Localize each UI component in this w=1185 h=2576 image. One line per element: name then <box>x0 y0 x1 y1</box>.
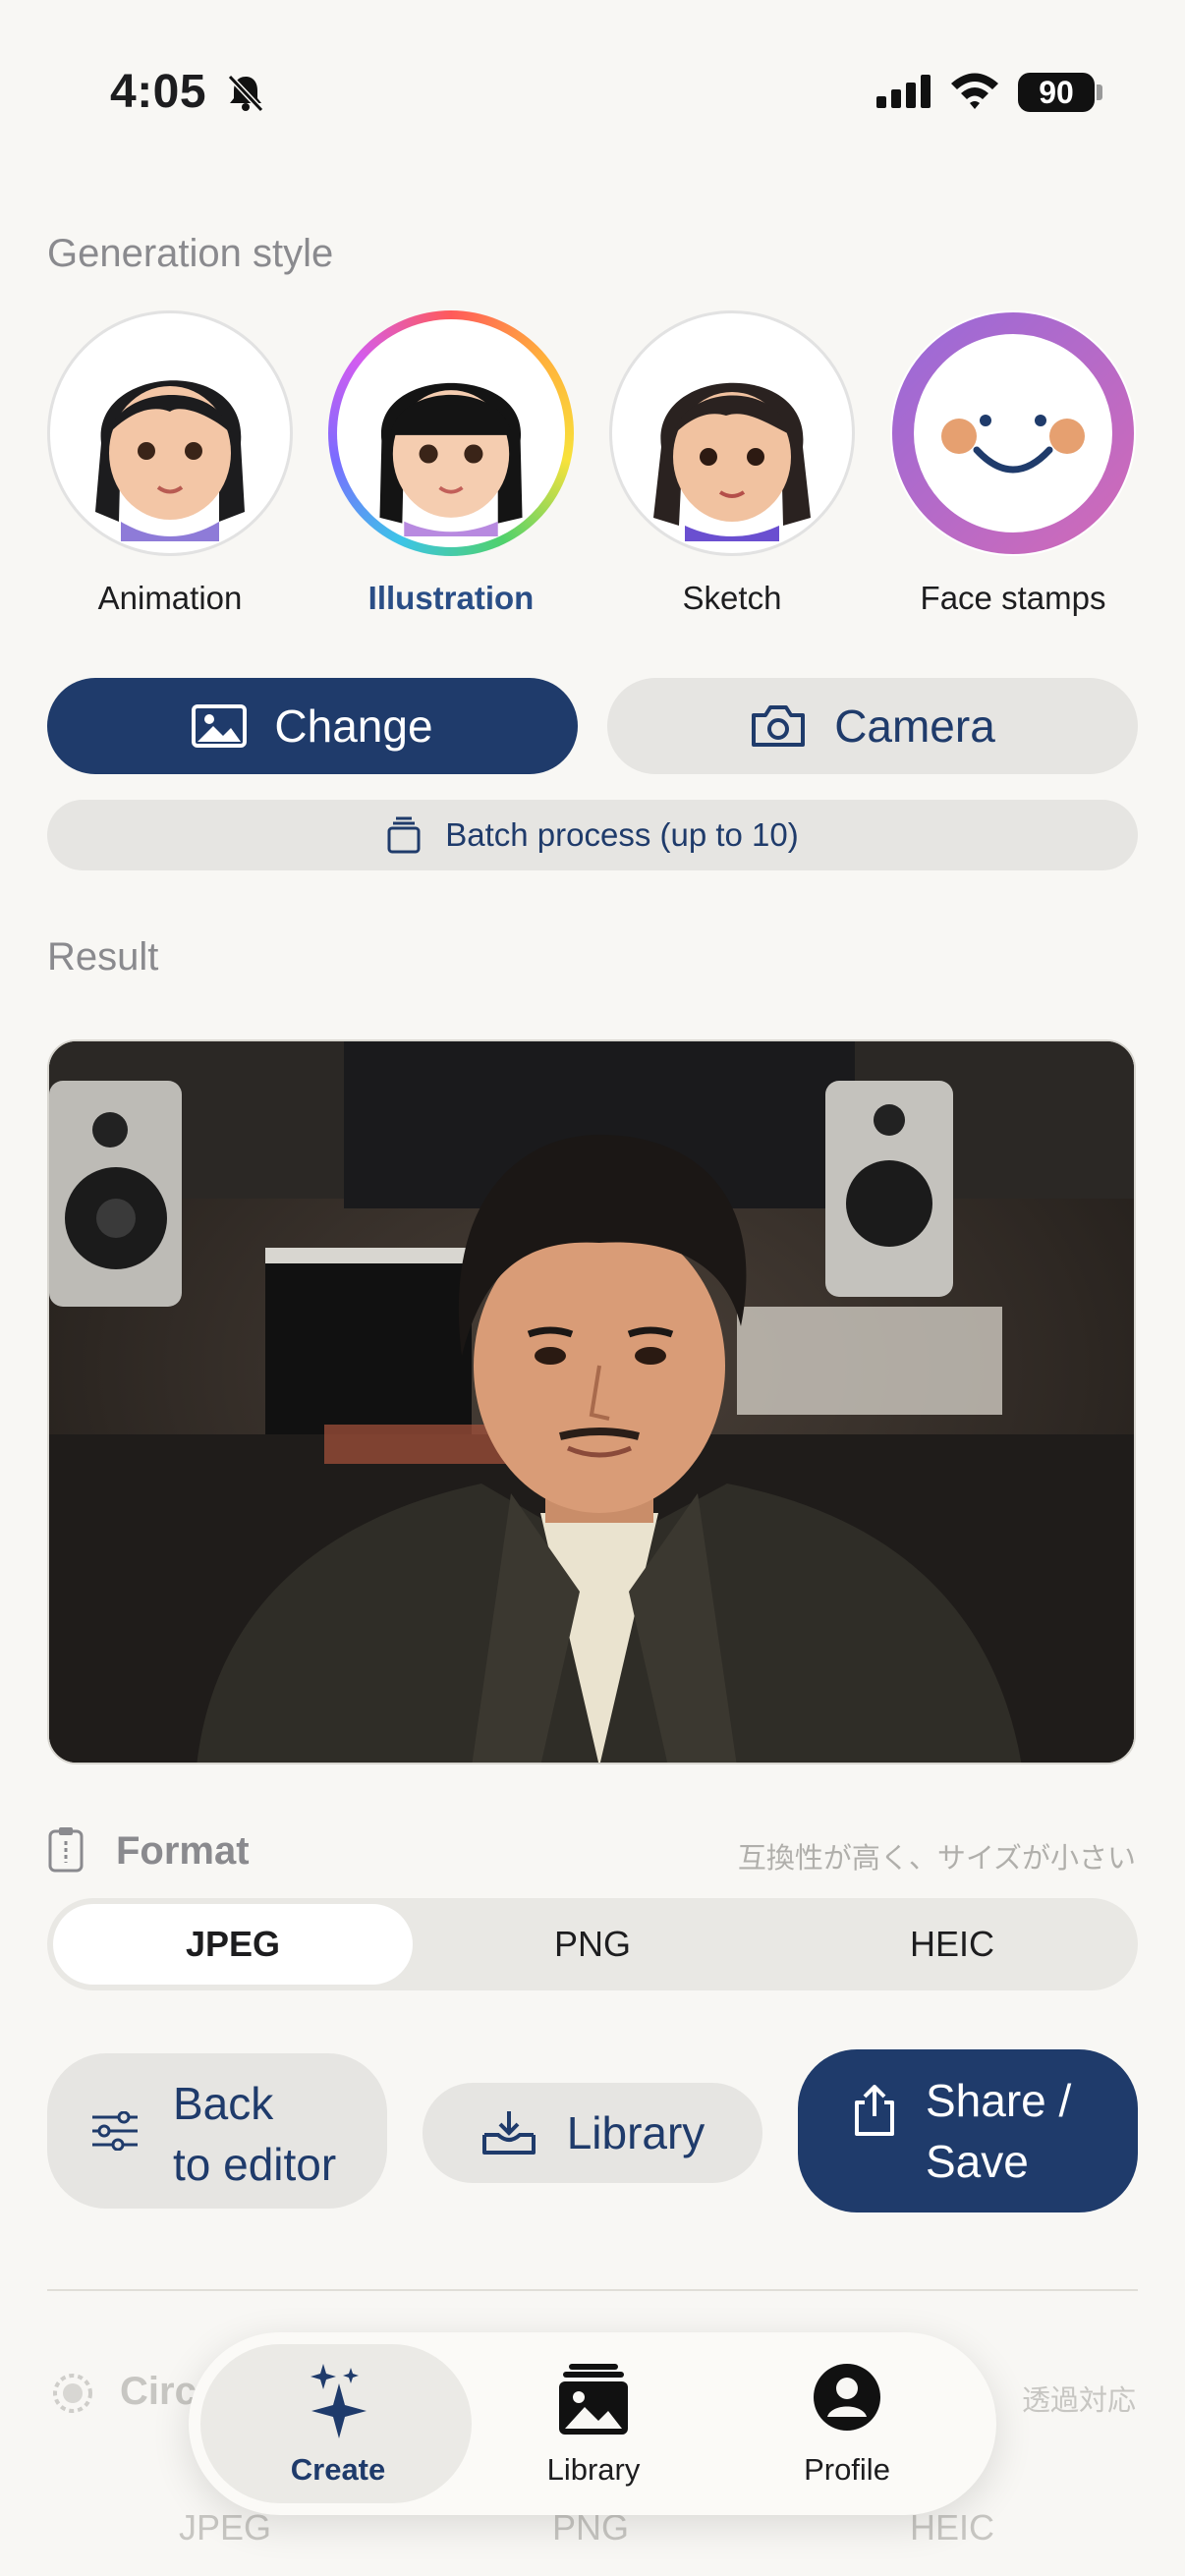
child-avatar-icon <box>379 382 523 536</box>
save-to-library-button[interactable]: Library <box>423 2083 762 2183</box>
battery-indicator: 90 <box>1018 73 1095 112</box>
style-thumbnail <box>47 310 293 556</box>
back-to-editor-button[interactable]: Back to editor <box>47 2053 387 2209</box>
tab-profile[interactable]: Profile <box>709 2332 985 2515</box>
transparent-hint: 透過対応 <box>1021 2385 1136 2417</box>
generated-portrait-image <box>49 1041 1134 1763</box>
bottom-tab-bar: Create Library Profile <box>189 2332 996 2515</box>
change-photo-button[interactable]: Change <box>47 678 578 774</box>
tab-create-label: Create <box>290 2452 386 2487</box>
cellular-signal-icon <box>876 75 931 113</box>
wifi-icon <box>949 71 1000 115</box>
back-label-line2: to editor <box>173 2139 337 2190</box>
stack-icon <box>386 816 422 854</box>
tray-download-icon <box>480 2109 537 2156</box>
share-label-line1: Share / <box>926 2075 1072 2126</box>
format-option-jpeg[interactable]: JPEG <box>53 1904 413 1985</box>
status-bar: 4:05 90 <box>0 59 1185 138</box>
library-button-label: Library <box>566 2107 705 2158</box>
bell-muted-icon <box>224 71 267 114</box>
format-option-png[interactable]: PNG <box>413 1904 772 1985</box>
tab-create[interactable]: Create <box>200 2332 476 2515</box>
image-icon <box>192 704 248 748</box>
circle-section-title: Circ <box>120 2370 197 2413</box>
child-avatar-icon <box>95 380 245 541</box>
section-divider <box>47 2289 1138 2291</box>
style-option-animation[interactable]: Animation <box>47 310 293 617</box>
sliders-icon <box>90 2111 140 2151</box>
change-button-label: Change <box>274 700 433 752</box>
share-icon <box>853 2085 896 2138</box>
smiley-face-icon <box>892 312 1134 554</box>
style-thumbnail <box>890 310 1136 556</box>
camera-button-label: Camera <box>834 700 995 752</box>
batch-process-button[interactable]: Batch process (up to 10) <box>47 800 1138 870</box>
photo-library-icon <box>557 2362 630 2441</box>
style-option-illustration[interactable]: Illustration <box>328 310 574 617</box>
camera-button[interactable]: Camera <box>607 678 1138 774</box>
back-label-line1: Back <box>173 2078 274 2129</box>
result-image[interactable] <box>47 1039 1136 1764</box>
batch-process-label: Batch process (up to 10) <box>445 816 799 853</box>
clipboard-icon <box>47 1825 85 1877</box>
format-hint: 互換性が高く、サイズが小さい <box>737 1843 1136 1875</box>
style-label: Face stamps <box>920 580 1106 616</box>
child-avatar-icon <box>653 382 811 541</box>
format-option-heic[interactable]: HEIC <box>772 1904 1132 1985</box>
person-circle-icon <box>812 2362 882 2437</box>
style-label: Animation <box>97 580 243 616</box>
style-option-face-stamps[interactable]: Face stamps <box>890 310 1136 617</box>
tab-profile-label: Profile <box>804 2452 890 2487</box>
format-segmented-control: JPEG PNG HEIC <box>47 1898 1138 1990</box>
generation-style-title: Generation style <box>47 232 334 275</box>
style-option-sketch[interactable]: Sketch <box>609 310 855 617</box>
result-title: Result <box>47 935 159 979</box>
tab-library-label: Library <box>546 2452 641 2487</box>
battery-tip <box>1097 84 1102 100</box>
sparkles-icon <box>304 2362 372 2445</box>
style-label: Illustration <box>367 580 535 616</box>
style-thumbnail-selected <box>328 310 574 556</box>
share-label-line2: Save <box>926 2136 1029 2187</box>
share-save-button[interactable]: Share / Save <box>798 2049 1138 2212</box>
style-thumbnail <box>609 310 855 556</box>
style-label: Sketch <box>682 580 782 616</box>
tab-library[interactable]: Library <box>456 2332 731 2515</box>
format-title: Format <box>116 1829 250 1873</box>
status-time: 4:05 <box>110 66 207 118</box>
camera-icon <box>750 703 807 749</box>
circle-format-icon <box>51 2372 94 2420</box>
